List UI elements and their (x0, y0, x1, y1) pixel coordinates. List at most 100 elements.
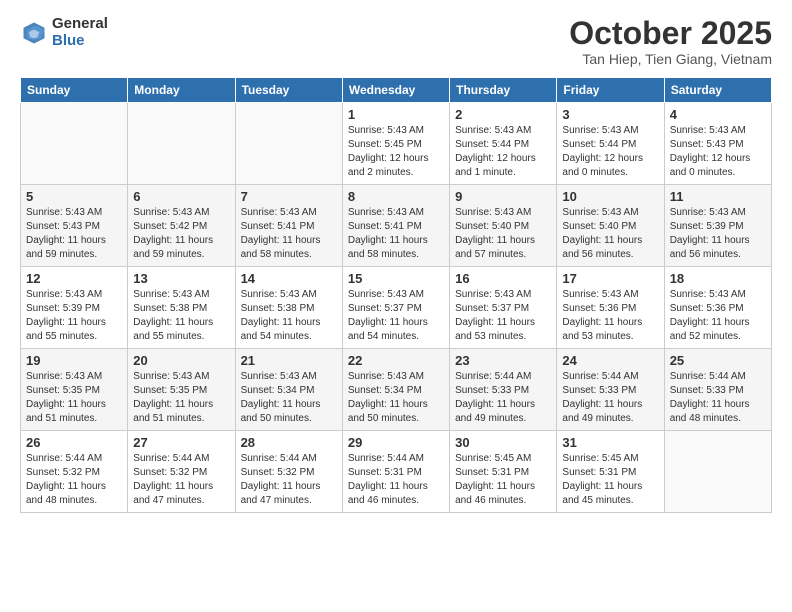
calendar-cell: 27Sunrise: 5:44 AMSunset: 5:32 PMDayligh… (128, 431, 235, 513)
calendar-cell: 1Sunrise: 5:43 AMSunset: 5:45 PMDaylight… (342, 103, 449, 185)
day-number: 31 (562, 435, 658, 450)
cell-info: Sunrise: 5:43 AMSunset: 5:37 PMDaylight:… (455, 288, 551, 344)
day-number: 21 (241, 353, 337, 368)
calendar-cell: 12 Sunrise: 5:43 AMSunset: 5:39 PMDayligh… (21, 267, 128, 349)
day-number: 6 (133, 189, 229, 204)
cell-info: Sunrise: 5:43 AMSunset: 5:40 PMDaylight:… (562, 206, 658, 262)
calendar-week-3: 12 Sunrise: 5:43 AMSunset: 5:39 PMDayligh… (21, 267, 772, 349)
cell-info: Sunrise: 5:43 AMSunset: 5:35 PMDaylight:… (26, 370, 122, 426)
cell-info: Sunrise: 5:44 AMSunset: 5:33 PMDaylight:… (562, 370, 658, 426)
header: General Blue October 2025 Tan Hiep, Tien… (20, 16, 772, 67)
calendar-cell: 19 Sunrise: 5:43 AMSunset: 5:35 PMDayligh… (21, 349, 128, 431)
day-number: 27 (133, 435, 229, 450)
day-number: 4 (670, 107, 766, 122)
day-header-monday: Monday (128, 78, 235, 103)
calendar-cell (235, 103, 342, 185)
calendar-cell: 31 Sunrise: 5:45 AMSunset: 5:31 PMDayligh… (557, 431, 664, 513)
cell-info: Sunrise: 5:43 AMSunset: 5:38 PMDaylight:… (133, 288, 229, 344)
cell-info: Sunrise: 5:43 AMSunset: 5:40 PMDaylight:… (455, 206, 551, 262)
day-number: 13 (133, 271, 229, 286)
cell-info: Sunrise: 5:43 AMSunset: 5:41 PMDaylight:… (241, 206, 337, 262)
day-number: 14 (241, 271, 337, 286)
calendar-cell: 18 Sunrise: 5:43 AMSunset: 5:36 PMDayligh… (664, 267, 771, 349)
logo-general-text: General (52, 16, 108, 33)
calendar-week-4: 19 Sunrise: 5:43 AMSunset: 5:35 PMDayligh… (21, 349, 772, 431)
day-number: 1 (348, 107, 444, 122)
cell-info: Sunrise: 5:43 AMSunset: 5:41 PMDaylight:… (348, 206, 444, 262)
cell-info: Sunrise: 5:45 AMSunset: 5:31 PMDaylight:… (455, 452, 551, 508)
calendar-cell: 28 Sunrise: 5:44 AMSunset: 5:32 PMDayligh… (235, 431, 342, 513)
calendar-week-5: 26Sunrise: 5:44 AMSunset: 5:32 PMDayligh… (21, 431, 772, 513)
calendar-cell: 3Sunrise: 5:43 AMSunset: 5:44 PMDaylight… (557, 103, 664, 185)
cell-info: Sunrise: 5:43 AMSunset: 5:44 PMDaylight:… (455, 124, 551, 180)
page: General Blue October 2025 Tan Hiep, Tien… (0, 0, 792, 612)
day-header-thursday: Thursday (450, 78, 557, 103)
calendar-cell: 20 Sunrise: 5:43 AMSunset: 5:35 PMDayligh… (128, 349, 235, 431)
day-number: 20 (133, 353, 229, 368)
cell-info: Sunrise: 5:44 AMSunset: 5:32 PMDaylight:… (241, 452, 337, 508)
calendar-cell: 7Sunrise: 5:43 AMSunset: 5:41 PMDaylight… (235, 185, 342, 267)
logo-icon (20, 19, 48, 47)
cell-info: Sunrise: 5:43 AMSunset: 5:34 PMDaylight:… (348, 370, 444, 426)
day-number: 10 (562, 189, 658, 204)
month-title: October 2025 (569, 16, 772, 51)
calendar-cell: 23Sunrise: 5:44 AMSunset: 5:33 PMDayligh… (450, 349, 557, 431)
calendar-cell: 16 Sunrise: 5:43 AMSunset: 5:37 PMDayligh… (450, 267, 557, 349)
calendar-table: SundayMondayTuesdayWednesdayThursdayFrid… (20, 77, 772, 513)
calendar-cell: 26Sunrise: 5:44 AMSunset: 5:32 PMDayligh… (21, 431, 128, 513)
cell-info: Sunrise: 5:43 AMSunset: 5:39 PMDaylight:… (26, 288, 122, 344)
calendar-cell: 11Sunrise: 5:43 AMSunset: 5:39 PMDayligh… (664, 185, 771, 267)
day-number: 12 (26, 271, 122, 286)
cell-info: Sunrise: 5:44 AMSunset: 5:33 PMDaylight:… (670, 370, 766, 426)
day-number: 5 (26, 189, 122, 204)
day-number: 28 (241, 435, 337, 450)
calendar-cell: 6 Sunrise: 5:43 AMSunset: 5:42 PMDaylight… (128, 185, 235, 267)
calendar-cell (128, 103, 235, 185)
calendar-cell: 25 Sunrise: 5:44 AMSunset: 5:33 PMDayligh… (664, 349, 771, 431)
calendar-cell: 9 Sunrise: 5:43 AMSunset: 5:40 PMDaylight… (450, 185, 557, 267)
calendar-cell (21, 103, 128, 185)
cell-info: Sunrise: 5:43 AMSunset: 5:34 PMDaylight:… (241, 370, 337, 426)
cell-info: Sunrise: 5:43 AMSunset: 5:36 PMDaylight:… (670, 288, 766, 344)
day-number: 22 (348, 353, 444, 368)
cell-info: Sunrise: 5:43 AMSunset: 5:43 PMDaylight:… (670, 124, 766, 180)
cell-info: Sunrise: 5:45 AMSunset: 5:31 PMDaylight:… (562, 452, 658, 508)
calendar-cell (664, 431, 771, 513)
calendar-cell: 22 Sunrise: 5:43 AMSunset: 5:34 PMDayligh… (342, 349, 449, 431)
cell-info: Sunrise: 5:44 AMSunset: 5:31 PMDaylight:… (348, 452, 444, 508)
day-header-tuesday: Tuesday (235, 78, 342, 103)
cell-info: Sunrise: 5:43 AMSunset: 5:43 PMDaylight:… (26, 206, 122, 262)
day-header-saturday: Saturday (664, 78, 771, 103)
cell-info: Sunrise: 5:43 AMSunset: 5:37 PMDaylight:… (348, 288, 444, 344)
day-number: 29 (348, 435, 444, 450)
day-number: 16 (455, 271, 551, 286)
day-number: 18 (670, 271, 766, 286)
calendar-cell: 15Sunrise: 5:43 AMSunset: 5:37 PMDayligh… (342, 267, 449, 349)
logo-text: General Blue (52, 16, 108, 49)
day-number: 9 (455, 189, 551, 204)
calendar-cell: 14 Sunrise: 5:43 AMSunset: 5:38 PMDayligh… (235, 267, 342, 349)
calendar-cell: 2 Sunrise: 5:43 AMSunset: 5:44 PMDaylight… (450, 103, 557, 185)
location: Tan Hiep, Tien Giang, Vietnam (569, 51, 772, 67)
calendar-week-1: 1Sunrise: 5:43 AMSunset: 5:45 PMDaylight… (21, 103, 772, 185)
day-number: 19 (26, 353, 122, 368)
day-header-sunday: Sunday (21, 78, 128, 103)
calendar-cell: 24 Sunrise: 5:44 AMSunset: 5:33 PMDayligh… (557, 349, 664, 431)
day-number: 2 (455, 107, 551, 122)
day-number: 8 (348, 189, 444, 204)
cell-info: Sunrise: 5:43 AMSunset: 5:39 PMDaylight:… (670, 206, 766, 262)
calendar-cell: 21 Sunrise: 5:43 AMSunset: 5:34 PMDayligh… (235, 349, 342, 431)
day-number: 25 (670, 353, 766, 368)
logo: General Blue (20, 16, 108, 49)
calendar-cell: 5 Sunrise: 5:43 AMSunset: 5:43 PMDaylight… (21, 185, 128, 267)
cell-info: Sunrise: 5:43 AMSunset: 5:38 PMDaylight:… (241, 288, 337, 344)
day-number: 24 (562, 353, 658, 368)
cell-info: Sunrise: 5:43 AMSunset: 5:42 PMDaylight:… (133, 206, 229, 262)
calendar-header-row: SundayMondayTuesdayWednesdayThursdayFrid… (21, 78, 772, 103)
cell-info: Sunrise: 5:43 AMSunset: 5:35 PMDaylight:… (133, 370, 229, 426)
cell-info: Sunrise: 5:44 AMSunset: 5:33 PMDaylight:… (455, 370, 551, 426)
calendar-cell: 30 Sunrise: 5:45 AMSunset: 5:31 PMDayligh… (450, 431, 557, 513)
day-number: 30 (455, 435, 551, 450)
day-header-friday: Friday (557, 78, 664, 103)
calendar-week-2: 5 Sunrise: 5:43 AMSunset: 5:43 PMDaylight… (21, 185, 772, 267)
